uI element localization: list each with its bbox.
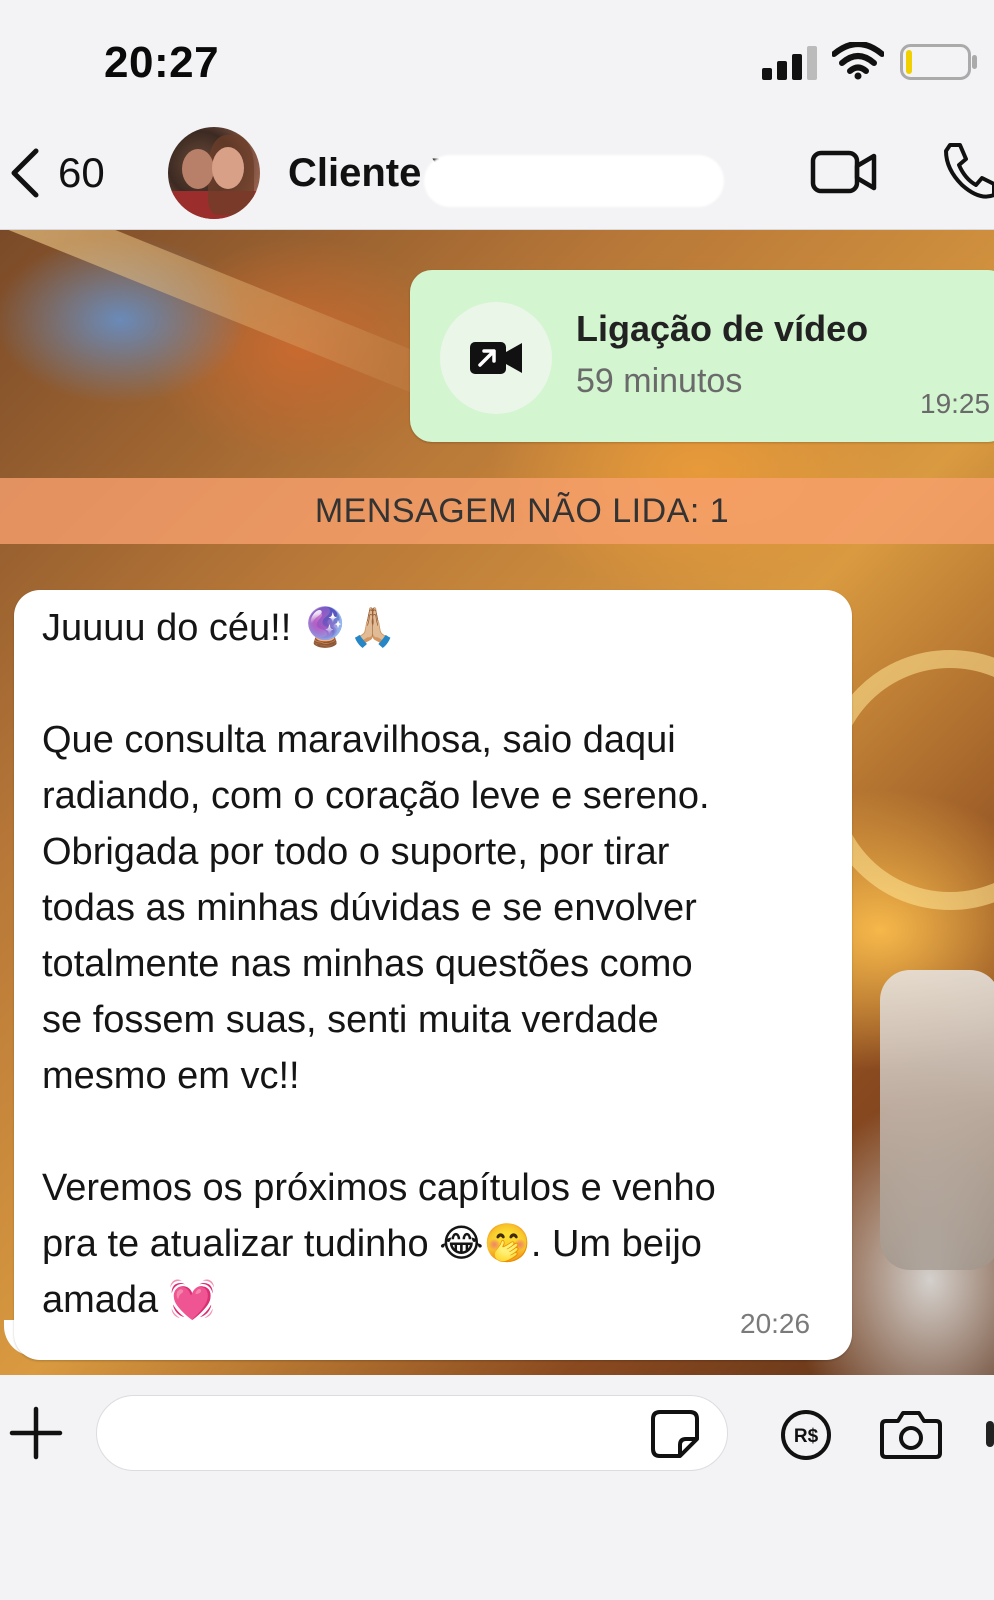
chat-area[interactable]: Ligação de vídeo 59 minutos 19:25 MENSAG… bbox=[0, 230, 994, 1375]
sticker-icon[interactable] bbox=[650, 1409, 700, 1459]
call-icon-circle bbox=[440, 302, 552, 414]
input-bar: R$ bbox=[0, 1375, 994, 1600]
camera-icon[interactable] bbox=[880, 1409, 942, 1459]
message-line: totalmente nas minhas questões como bbox=[42, 943, 693, 985]
call-title: Ligação de vídeo bbox=[576, 308, 869, 349]
message-line: mesmo em vc!! bbox=[42, 1055, 300, 1097]
video-call-message[interactable]: Ligação de vídeo 59 minutos 19:25 bbox=[410, 270, 994, 442]
incoming-message[interactable]: Juuuu do céu!! 🔮🙏🏼 Que consulta maravilh… bbox=[14, 590, 852, 1360]
unread-banner: MENSAGEM NÃO LIDA: 1 bbox=[0, 478, 994, 544]
chat-header: 60 Cliente Ya bbox=[0, 115, 994, 230]
message-line: todas as minhas dúvidas e se envolver bbox=[42, 887, 697, 929]
message-line: Juuuu do céu!! 🔮🙏🏼 bbox=[42, 607, 397, 649]
cellular-signal-icon bbox=[762, 46, 817, 80]
brl-payment-icon[interactable]: R$ bbox=[780, 1409, 832, 1461]
message-line: Veremos os próximos capítulos e venho bbox=[42, 1167, 716, 1209]
phone-icon[interactable] bbox=[940, 141, 994, 201]
message-line: pra te atualizar tudinho 😂🤭. Um beijo bbox=[42, 1223, 702, 1265]
message-input[interactable] bbox=[96, 1395, 728, 1471]
message-line: Obrigada por todo o suporte, por tirar bbox=[42, 831, 670, 873]
call-duration: 59 minutos bbox=[576, 362, 743, 400]
status-time: 20:27 bbox=[104, 38, 220, 87]
contact-avatar[interactable] bbox=[168, 127, 260, 219]
message-line: se fossem suas, senti muita verdade bbox=[42, 999, 659, 1041]
call-timestamp: 19:25 bbox=[920, 388, 991, 419]
message-line: Que consulta maravilhosa, saio daqui bbox=[42, 719, 676, 761]
unread-banner-text: MENSAGEM NÃO LIDA: 1 bbox=[314, 491, 730, 530]
name-redaction bbox=[424, 155, 724, 207]
video-camera-icon[interactable] bbox=[810, 147, 878, 197]
wifi-icon bbox=[832, 42, 884, 80]
message-line: radiando, com o coração leve e sereno. bbox=[42, 775, 710, 817]
battery-low-icon bbox=[900, 44, 977, 80]
outgoing-video-call-icon bbox=[470, 342, 522, 374]
payment-symbol: R$ bbox=[794, 1426, 819, 1447]
chevron-left-icon bbox=[11, 148, 39, 198]
microphone-icon[interactable] bbox=[986, 1421, 994, 1447]
back-button[interactable]: 60 bbox=[8, 145, 128, 201]
status-icons bbox=[734, 40, 994, 84]
message-line: amada 💓 bbox=[42, 1279, 217, 1321]
plus-icon[interactable] bbox=[8, 1405, 64, 1461]
unread-chats-count: 60 bbox=[58, 149, 105, 196]
message-timestamp: 20:26 bbox=[740, 1308, 811, 1339]
status-bar: 20:27 bbox=[0, 0, 994, 115]
